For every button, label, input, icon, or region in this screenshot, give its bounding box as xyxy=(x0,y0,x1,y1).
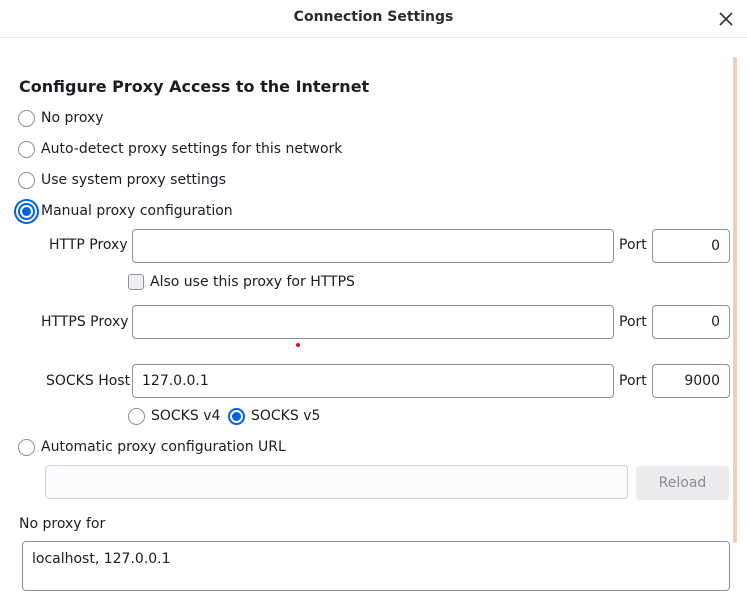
use-proxy-for-https-checkbox[interactable]: Also use this proxy for HTTPS xyxy=(128,274,355,290)
socks-port-input[interactable]: 9000 xyxy=(652,364,730,398)
auto-config-url-radio[interactable]: Automatic proxy configuration URL xyxy=(18,436,286,458)
radio-label: SOCKS v4 xyxy=(151,408,221,424)
http-port-input[interactable]: 0 xyxy=(652,229,730,263)
https-port-input[interactable]: 0 xyxy=(652,305,730,339)
http-proxy-input[interactable] xyxy=(132,229,614,263)
socks-v4-radio[interactable]: SOCKS v4 xyxy=(128,405,220,427)
radio-button[interactable] xyxy=(228,407,245,425)
radio-button[interactable] xyxy=(18,438,35,456)
dialog-titlebar: Connection Settings xyxy=(0,0,747,38)
scrollbar[interactable] xyxy=(733,57,737,543)
http-port-label: Port xyxy=(619,237,647,253)
socks-host-label: SOCKS Host xyxy=(46,373,131,389)
pointer-marker xyxy=(296,343,300,347)
radio-button[interactable] xyxy=(18,202,35,220)
radio-label: Manual proxy configuration xyxy=(41,203,233,219)
radio-button[interactable] xyxy=(18,109,35,127)
radio-button[interactable] xyxy=(18,140,35,158)
socks-host-input[interactable]: 127.0.0.1 xyxy=(132,364,614,398)
radio-label: SOCKS v5 xyxy=(251,408,321,424)
close-icon xyxy=(719,12,733,26)
https-port-label: Port xyxy=(619,314,647,330)
http-proxy-label: HTTP Proxy xyxy=(49,237,128,253)
no-proxy-for-label: No proxy for xyxy=(19,516,106,532)
section-heading: Configure Proxy Access to the Internet xyxy=(19,77,370,96)
https-proxy-label: HTTPS Proxy xyxy=(41,314,129,330)
https-proxy-input[interactable] xyxy=(132,305,614,339)
checkbox-label: Also use this proxy for HTTPS xyxy=(150,274,355,290)
auto-detect-radio[interactable]: Auto-detect proxy settings for this netw… xyxy=(18,138,342,160)
dialog-title: Connection Settings xyxy=(293,9,454,25)
no-proxy-radio[interactable]: No proxy xyxy=(18,107,104,129)
reload-button[interactable]: Reload xyxy=(636,466,729,500)
system-proxy-radio[interactable]: Use system proxy settings xyxy=(18,169,226,191)
radio-button[interactable] xyxy=(128,407,145,425)
radio-label: No proxy xyxy=(41,110,104,126)
radio-label: Automatic proxy configuration URL xyxy=(41,439,286,455)
no-proxy-for-textarea[interactable]: localhost, 127.0.0.1 xyxy=(22,541,730,591)
radio-label: Use system proxy settings xyxy=(41,172,226,188)
radio-label: Auto-detect proxy settings for this netw… xyxy=(41,141,343,157)
socks-port-label: Port xyxy=(619,373,647,389)
auto-config-url-input[interactable] xyxy=(45,465,628,499)
manual-proxy-radio[interactable]: Manual proxy configuration xyxy=(18,200,233,222)
radio-button[interactable] xyxy=(18,171,35,189)
socks-v5-radio[interactable]: SOCKS v5 xyxy=(228,405,320,427)
close-button[interactable] xyxy=(715,8,737,30)
checkbox-box[interactable] xyxy=(128,274,144,290)
dialog-content: Configure Proxy Access to the Internet N… xyxy=(0,39,747,596)
